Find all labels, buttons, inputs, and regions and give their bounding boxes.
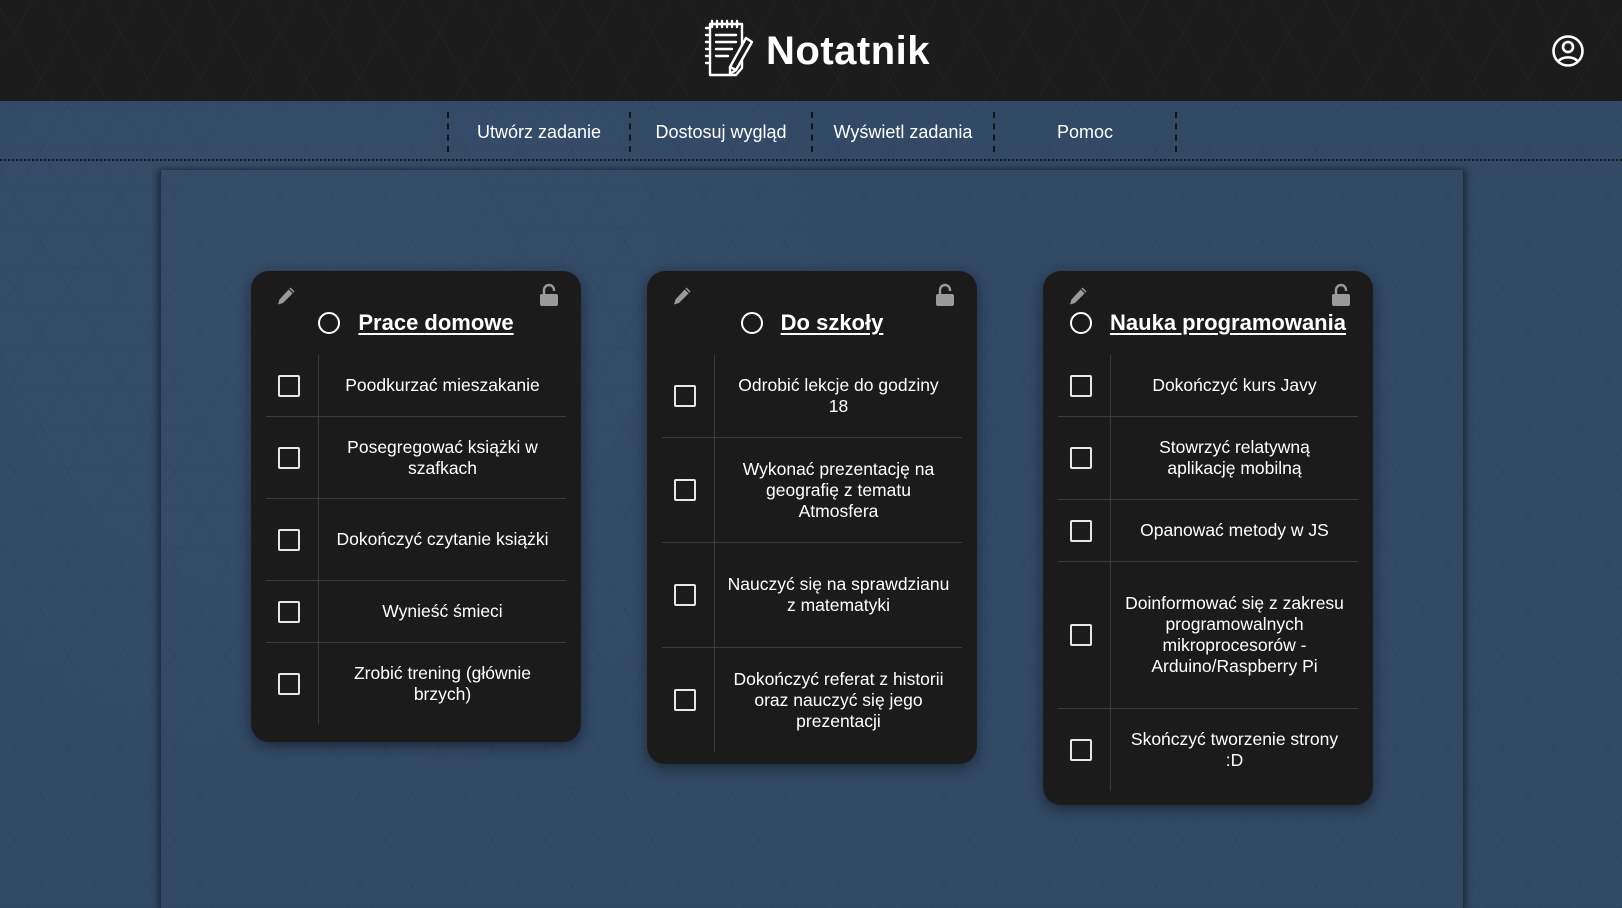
user-account-button[interactable] — [1551, 34, 1585, 68]
list-select-radio[interactable] — [318, 312, 341, 334]
task-checkbox-cell — [1058, 355, 1111, 416]
main-nav: Utwórz zadanie Dostosuj wygląd Wyświetl … — [0, 101, 1622, 161]
task-checkbox-cell — [662, 648, 715, 752]
task-checkbox[interactable] — [278, 528, 300, 551]
task-checkbox[interactable] — [674, 479, 696, 501]
task-checkbox[interactable] — [674, 385, 696, 407]
task-checkbox-cell — [662, 355, 715, 437]
task-row: Dokończyć referat z historii oraz nauczy… — [662, 648, 962, 752]
task-row: Odrobić lekcje do godziny 18 — [662, 355, 962, 438]
task-list: Odrobić lekcje do godziny 18 Wykonać pre… — [662, 355, 962, 752]
task-text: Wynieść śmieci — [382, 601, 503, 621]
task-list-card: Prace domowe Poodkurzać mieszakanie Pose… — [251, 271, 581, 742]
task-checkbox[interactable] — [1070, 519, 1092, 542]
task-text: Posegregować książki w szafkach — [347, 436, 538, 478]
list-select-radio[interactable] — [740, 312, 763, 334]
task-checkbox-cell — [266, 417, 319, 498]
app-header: Notatnik — [0, 0, 1622, 101]
task-checkbox-cell — [266, 355, 319, 416]
nav-item-help[interactable]: Pomoc — [995, 112, 1175, 152]
lock-list-button[interactable] — [935, 283, 955, 307]
lock-list-button[interactable] — [539, 283, 559, 307]
edit-list-button[interactable] — [275, 285, 297, 307]
task-text: Poodkurzać mieszakanie — [345, 375, 540, 395]
list-title[interactable]: Nauka programowania — [1110, 310, 1346, 336]
task-text: Dokończyć referat z historii oraz nauczy… — [733, 668, 944, 731]
task-checkbox[interactable] — [278, 672, 300, 695]
task-text: Zrobić trening (głównie brzych) — [353, 662, 532, 704]
task-list: Dokończyć kurs Javy Stowrzyć relatywną a… — [1058, 355, 1358, 791]
task-text: Skończyć tworzenie strony :D — [1130, 729, 1339, 770]
notepad-icon — [700, 18, 756, 85]
task-row: Posegregować książki w szafkach — [266, 417, 566, 499]
task-row: Wynieść śmieci — [266, 581, 566, 643]
nav-item-create-task[interactable]: Utwórz zadanie — [449, 112, 629, 152]
task-checkbox-cell — [662, 438, 715, 542]
task-row: Dokończyć kurs Javy — [1058, 355, 1358, 417]
card-header: Prace domowe — [251, 305, 581, 341]
task-row: Skończyć tworzenie strony :D — [1058, 709, 1358, 791]
task-checkbox-cell — [266, 581, 319, 642]
task-checkbox[interactable] — [674, 689, 696, 711]
task-checkbox[interactable] — [1070, 447, 1092, 469]
list-title[interactable]: Prace domowe — [358, 310, 513, 336]
task-checkbox-cell — [1058, 500, 1111, 561]
task-row: Poodkurzać mieszakanie — [266, 355, 566, 417]
task-checkbox[interactable] — [278, 446, 300, 469]
task-row: Zrobić trening (głównie brzych) — [266, 643, 566, 724]
brand[interactable]: Notatnik — [700, 18, 930, 85]
task-checkbox[interactable] — [1070, 374, 1092, 397]
card-header: Nauka programowania — [1043, 305, 1373, 341]
task-row: Dokończyć czytanie książki — [266, 499, 566, 581]
task-checkbox[interactable] — [278, 600, 300, 623]
task-text: Doinformować się z zakresu programowalny… — [1125, 593, 1344, 676]
task-text: Odrobić lekcje do godziny 18 — [738, 375, 939, 416]
task-list-card: Do szkoły Odrobić lekcje do godziny 18 W… — [647, 271, 977, 764]
task-text: Dokończyć czytanie książki — [336, 529, 549, 549]
list-select-radio[interactable] — [1070, 312, 1093, 334]
task-checkbox-cell — [1058, 562, 1111, 708]
task-row: Wykonać prezentację na geografię z temat… — [662, 438, 962, 543]
edit-list-button[interactable] — [1067, 285, 1089, 307]
task-checkbox-cell — [1058, 709, 1111, 791]
app-title: Notatnik — [766, 28, 930, 73]
task-text: Opanować metody w JS — [1140, 520, 1329, 540]
task-row: Nauczyć się na sprawdzianu z matematyki — [662, 543, 962, 648]
user-circle-icon — [1551, 35, 1585, 72]
task-text: Nauczyć się na sprawdzianu z matematyki — [727, 574, 950, 615]
card-header: Do szkoły — [647, 305, 977, 341]
task-checkbox[interactable] — [674, 584, 696, 606]
edit-list-button[interactable] — [671, 285, 693, 307]
task-list-card: Nauka programowania Dokończyć kurs Javy … — [1043, 271, 1373, 805]
task-checkbox[interactable] — [1070, 624, 1092, 646]
nav-divider — [1175, 112, 1177, 152]
lock-list-button[interactable] — [1331, 283, 1351, 307]
task-checkbox-cell — [662, 543, 715, 647]
task-row: Doinformować się z zakresu programowalny… — [1058, 562, 1358, 709]
task-text: Wykonać prezentację na geografię z temat… — [742, 458, 935, 521]
task-row: Opanować metody w JS — [1058, 500, 1358, 562]
task-checkbox[interactable] — [1070, 739, 1092, 761]
task-checkbox[interactable] — [278, 374, 300, 397]
task-checkbox-cell — [266, 643, 319, 724]
task-checkbox-cell — [266, 499, 319, 580]
task-row: Stowrzyć relatywną aplikację mobilną — [1058, 417, 1358, 500]
nav-item-show-tasks[interactable]: Wyświetl zadania — [813, 112, 993, 152]
nav-item-customize-look[interactable]: Dostosuj wygląd — [631, 112, 811, 152]
task-checkbox-cell — [1058, 417, 1111, 499]
list-title[interactable]: Do szkoły — [781, 310, 884, 336]
task-list: Poodkurzać mieszakanie Posegregować ksią… — [266, 355, 566, 724]
task-text: Dokończyć kurs Javy — [1152, 375, 1317, 395]
task-text: Stowrzyć relatywną aplikację mobilną — [1159, 437, 1310, 478]
